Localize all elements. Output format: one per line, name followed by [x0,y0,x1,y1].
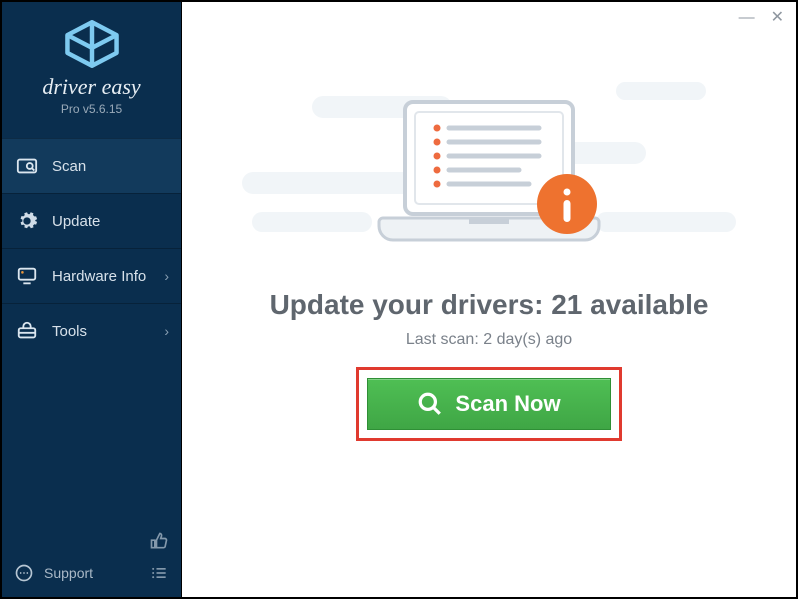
sidebar-footer: Support [2,521,181,597]
toolbox-icon [16,320,38,342]
magnifier-icon [417,391,443,417]
sidebar-item-scan[interactable]: Scan [2,138,181,193]
logo-block: driver easy Pro v5.6.15 [2,2,181,132]
footer-icons [149,531,169,583]
scan-now-label: Scan Now [455,391,560,417]
sidebar: driver easy Pro v5.6.15 Scan [2,2,182,597]
sidebar-item-label: Scan [52,158,86,175]
sidebar-item-hardware-info[interactable]: Hardware Info › [2,248,181,303]
close-button[interactable]: ✕ [771,10,784,26]
scan-icon [16,155,38,177]
thumbs-up-icon[interactable] [149,531,169,551]
laptop-illustration [369,92,609,267]
chevron-right-icon: › [164,323,169,339]
scan-callout-frame: Scan Now [356,367,622,441]
list-icon[interactable] [149,563,169,583]
chevron-right-icon: › [164,268,169,284]
headline: Update your drivers: 21 available [270,289,709,321]
scan-now-button[interactable]: Scan Now [367,378,611,430]
app-logo-icon [64,20,120,68]
last-scan-label: Last scan: 2 day(s) ago [406,331,572,349]
support-label: Support [44,565,93,581]
sidebar-item-label: Tools [52,323,87,340]
app-version: Pro v5.6.15 [12,102,171,116]
app-window: driver easy Pro v5.6.15 Scan [0,0,798,599]
window-controls: — ✕ [739,10,784,26]
main-pane: — ✕ [182,2,796,597]
sidebar-item-label: Hardware Info [52,268,146,285]
minimize-button[interactable]: — [739,10,755,26]
sidebar-item-label: Update [52,213,100,230]
chat-icon [14,563,34,583]
sidebar-item-tools[interactable]: Tools › [2,303,181,358]
support-button[interactable]: Support [14,563,93,583]
sidebar-nav: Scan Update Hardware I [2,138,181,358]
sidebar-item-update[interactable]: Update [2,193,181,248]
gear-icon [16,210,38,232]
brand-name: driver easy [12,74,171,100]
monitor-icon [16,265,38,287]
